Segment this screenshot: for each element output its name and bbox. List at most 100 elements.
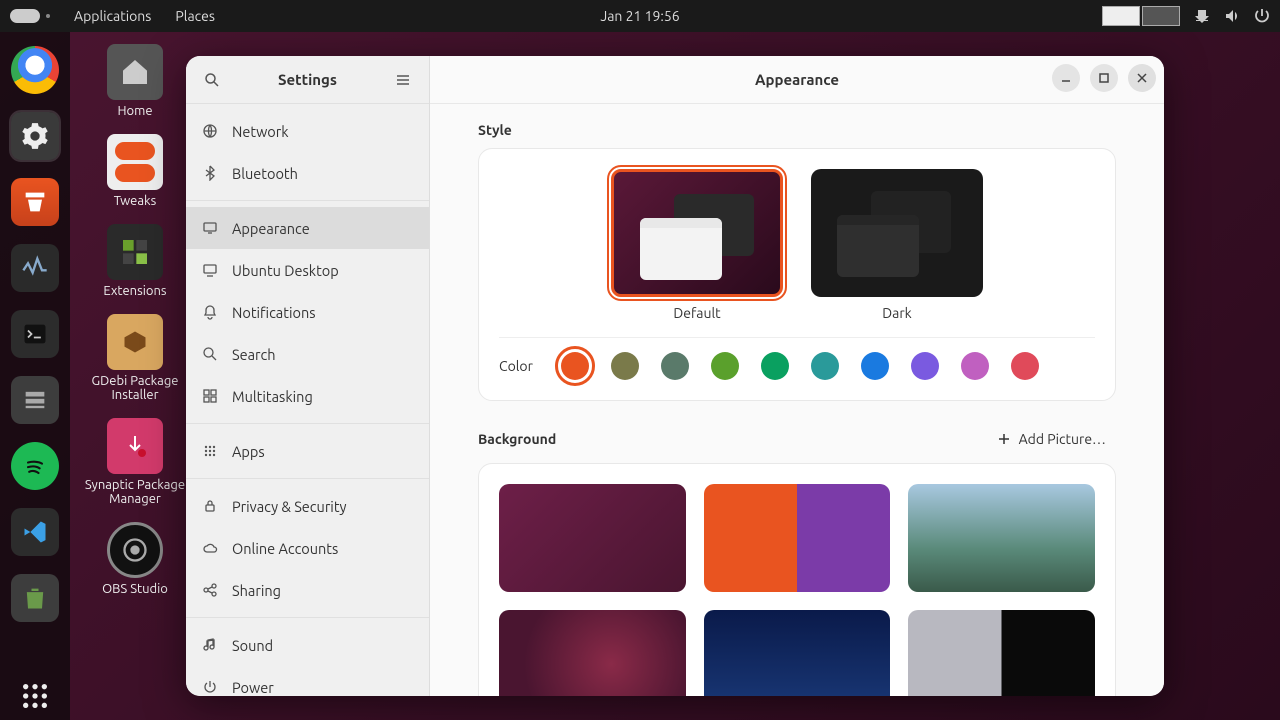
background-card [478, 463, 1116, 696]
dock-vscode[interactable] [11, 508, 59, 556]
sidebar-item-online-accounts[interactable]: Online Accounts [186, 527, 429, 569]
network-icon[interactable] [1194, 8, 1210, 24]
style-option-dark[interactable]: Dark [811, 169, 983, 321]
sidebar-search-button[interactable] [196, 64, 228, 96]
color-swatch-2[interactable] [661, 352, 689, 380]
activities-indicator[interactable] [10, 9, 40, 23]
menu-applications[interactable]: Applications [74, 8, 151, 24]
desktop-icon [202, 262, 218, 278]
dock-terminal[interactable] [11, 310, 59, 358]
plus-icon [997, 432, 1011, 446]
power-icon[interactable] [1254, 8, 1270, 24]
desktop-home[interactable]: Home [80, 40, 190, 122]
sidebar-item-sound[interactable]: Sound [186, 624, 429, 666]
desktop-extensions[interactable]: Extensions [80, 220, 190, 302]
bell-icon [202, 304, 218, 320]
dock-show-apps[interactable] [11, 672, 59, 720]
volume-icon[interactable] [1224, 8, 1240, 24]
sidebar-item-search[interactable]: Search [186, 333, 429, 375]
window-minimize-button[interactable] [1052, 64, 1080, 92]
color-swatch-3[interactable] [711, 352, 739, 380]
sidebar-item-appearance[interactable]: Appearance [186, 207, 429, 249]
multitasking-icon [202, 388, 218, 404]
globe-icon [202, 123, 218, 139]
style-card: Default Dark Color [478, 148, 1116, 401]
sidebar-item-ubuntu-desktop[interactable]: Ubuntu Desktop [186, 249, 429, 291]
dock-system-monitor[interactable] [11, 244, 59, 292]
style-section-label: Style [478, 122, 1116, 138]
window-close-button[interactable] [1128, 64, 1156, 92]
dock-software[interactable] [11, 178, 59, 226]
power-icon [202, 679, 218, 695]
add-picture-button[interactable]: Add Picture… [987, 425, 1116, 453]
dock-settings[interactable] [11, 112, 59, 160]
sidebar-item-bluetooth[interactable]: Bluetooth [186, 152, 429, 194]
top-panel: Applications Places Jan 21 19:56 [0, 0, 1280, 32]
desktop-gdebi[interactable]: GDebi Package Installer [80, 310, 190, 406]
color-swatch-0[interactable] [561, 352, 589, 380]
color-label: Color [499, 358, 533, 374]
color-swatch-5[interactable] [811, 352, 839, 380]
clock[interactable]: Jan 21 19:56 [600, 8, 679, 24]
sidebar-item-privacy[interactable]: Privacy & Security [186, 485, 429, 527]
wallpaper-1[interactable] [499, 484, 686, 592]
sidebar-item-sharing[interactable]: Sharing [186, 569, 429, 611]
style-option-default[interactable]: Default [611, 169, 783, 321]
sidebar-item-network[interactable]: Network [186, 110, 429, 152]
lock-icon [202, 498, 218, 514]
dock-spotify[interactable] [11, 442, 59, 490]
content-title: Appearance [755, 71, 839, 88]
content-header: Appearance [430, 56, 1164, 104]
dock-files[interactable] [11, 376, 59, 424]
sidebar-menu-button[interactable] [387, 64, 419, 96]
desktop-tweaks-label: Tweaks [114, 194, 156, 208]
wallpaper-5[interactable] [704, 610, 891, 696]
desktop-obs-label: OBS Studio [102, 582, 168, 596]
settings-content: Appearance Style Default Dark [430, 56, 1164, 696]
desktop-extensions-label: Extensions [103, 284, 166, 298]
sidebar-item-multitasking[interactable]: Multitasking [186, 375, 429, 417]
wallpaper-6[interactable] [908, 610, 1095, 696]
desktop-home-label: Home [117, 104, 152, 118]
settings-sidebar: Settings Network Bluetooth Appearance Ub… [186, 56, 430, 696]
menu-places[interactable]: Places [175, 8, 215, 24]
style-dark-label: Dark [882, 305, 911, 321]
sidebar-list: Network Bluetooth Appearance Ubuntu Desk… [186, 104, 429, 696]
bluetooth-icon [202, 165, 218, 181]
color-swatch-1[interactable] [611, 352, 639, 380]
desktop-obs[interactable]: OBS Studio [80, 518, 190, 600]
apps-icon [202, 443, 218, 459]
color-swatch-4[interactable] [761, 352, 789, 380]
color-swatch-9[interactable] [1011, 352, 1039, 380]
search-icon [202, 346, 218, 362]
desktop-synaptic[interactable]: Synaptic Package Manager [80, 414, 190, 510]
window-maximize-button[interactable] [1090, 64, 1118, 92]
desktop-gdebi-label: GDebi Package Installer [84, 374, 186, 402]
wallpaper-3[interactable] [908, 484, 1095, 592]
sidebar-item-power[interactable]: Power [186, 666, 429, 696]
desktop-synaptic-label: Synaptic Package Manager [84, 478, 186, 506]
sidebar-title: Settings [228, 71, 387, 88]
color-swatch-6[interactable] [861, 352, 889, 380]
sidebar-item-notifications[interactable]: Notifications [186, 291, 429, 333]
wallpaper-2[interactable] [704, 484, 891, 592]
background-section-label: Background [478, 431, 556, 447]
color-swatch-7[interactable] [911, 352, 939, 380]
display-icon [202, 220, 218, 236]
desktop-tweaks[interactable]: Tweaks [80, 130, 190, 212]
wallpaper-4[interactable] [499, 610, 686, 696]
dock-chrome[interactable] [11, 46, 59, 94]
sidebar-header: Settings [186, 56, 429, 104]
cloud-icon [202, 540, 218, 556]
dock-trash[interactable] [11, 574, 59, 622]
share-icon [202, 582, 218, 598]
content-body: Style Default Dark Color [430, 104, 1164, 696]
settings-window: Settings Network Bluetooth Appearance Ub… [186, 56, 1164, 696]
desktop-icons: Home Tweaks Extensions GDebi Package Ins… [80, 40, 190, 600]
color-swatch-8[interactable] [961, 352, 989, 380]
sidebar-item-apps[interactable]: Apps [186, 430, 429, 472]
music-icon [202, 637, 218, 653]
dock [0, 32, 70, 720]
keyboard-indicator[interactable] [1102, 6, 1180, 26]
style-default-label: Default [673, 305, 720, 321]
